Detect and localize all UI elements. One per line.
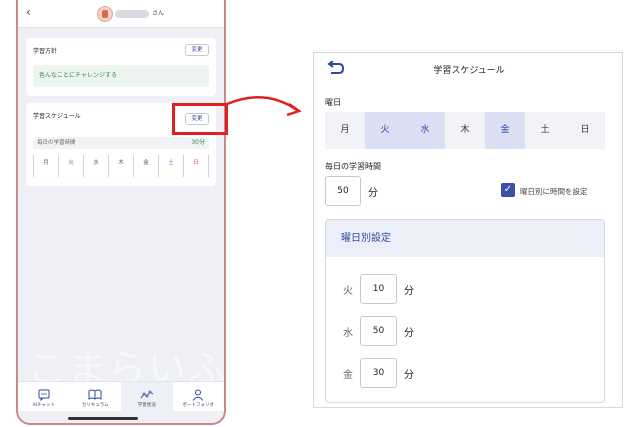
weekday-cell: 日 [183, 155, 209, 177]
day-toggle-fri[interactable]: 金 [485, 112, 525, 149]
day-toggle-mon[interactable]: 月 [325, 112, 365, 149]
day-selector: 月 火 水 木 金 土 日 [325, 112, 605, 149]
per-day-row-day: 水 [343, 328, 353, 339]
per-day-time-input[interactable]: 30 [360, 358, 397, 388]
person-icon [173, 386, 225, 401]
schedule-title: 学習スケジュール [33, 113, 81, 120]
tab-label: カリキュラム [81, 403, 109, 408]
red-arrow-icon [226, 96, 302, 117]
per-day-settings-section: 曜日別設定 火 10 分 水 50 分 金 30 分 [325, 219, 605, 403]
tab-portfolio[interactable]: ポートフォリオ [173, 382, 225, 411]
learning-policy-card: 学習方針 変更 色んなことにチャレンジする [26, 38, 216, 96]
weekday-cell: 土 [158, 155, 183, 177]
daily-time-label: 毎日の学習時間 [325, 162, 381, 171]
tutorial-screenshot: ‹ さん 学習方針 変更 色んなことにチャレンジする 学習スケジュール 変更 毎… [0, 0, 640, 427]
per-day-time-input[interactable]: 10 [360, 274, 397, 304]
weekday-grid: 月 火 水 木 金 土 日 [33, 155, 209, 177]
per-day-row-day: 火 [343, 286, 353, 297]
per-day-time-input[interactable]: 50 [360, 316, 397, 346]
tab-ai-chat[interactable]: AIチャット [18, 382, 70, 411]
day-toggle-sun[interactable]: 日 [565, 112, 605, 149]
learning-policy-title: 学習方針 [33, 48, 58, 55]
policy-text: 色んなことにチャレンジする [33, 65, 209, 87]
policy-change-button[interactable]: 変更 [185, 44, 209, 56]
weekday-cell: 水 [83, 155, 108, 177]
per-day-row-unit: 分 [404, 370, 414, 381]
phone-header: ‹ さん [18, 0, 224, 28]
home-indicator [68, 417, 138, 420]
book-icon [70, 386, 122, 400]
day-toggle-sat[interactable]: 土 [525, 112, 565, 149]
tab-label: ポートフォリオ [182, 403, 215, 408]
per-day-checkbox-label: 曜日別に時間を設定 [520, 187, 588, 196]
weekday-cell: 火 [58, 155, 83, 177]
daily-time-row: 毎日の学習時間 30分 [33, 137, 209, 149]
tab-curriculum[interactable]: カリキュラム [70, 382, 122, 411]
tab-label: AIチャット [32, 403, 55, 408]
day-toggle-wed[interactable]: 水 [405, 112, 445, 149]
tab-progress[interactable]: 学習状況 [121, 382, 173, 411]
progress-chart-icon [121, 386, 173, 400]
phone-screen: ‹ さん 学習方針 変更 色んなことにチャレンジする 学習スケジュール 変更 毎… [16, 0, 226, 425]
schedule-detail-panel: 学習スケジュール 曜日 月 火 水 木 金 土 日 毎日の学習時間 50 分 ✓… [313, 52, 623, 408]
chevron-left-icon[interactable]: ‹ [26, 5, 31, 19]
weekday-cell: 木 [108, 155, 133, 177]
blurred-username [115, 10, 149, 18]
day-toggle-thu[interactable]: 木 [445, 112, 485, 149]
avatar [97, 6, 113, 22]
per-day-section-title: 曜日別設定 [326, 220, 604, 257]
per-day-row-day: 金 [343, 370, 353, 381]
per-day-row-unit: 分 [404, 328, 414, 339]
daily-time-value: 30分 [191, 139, 205, 146]
minute-unit: 分 [368, 188, 378, 199]
per-day-row: 金 30 分 [326, 358, 604, 388]
day-label: 曜日 [325, 98, 341, 107]
highlight-box [172, 103, 228, 135]
bottom-tab-bar: AIチャット カリキュラム 学習状況 ポートフォリオ [18, 381, 224, 411]
per-day-checkbox[interactable]: ✓ [501, 183, 515, 197]
per-day-row: 火 10 分 [326, 274, 604, 304]
page-title: 学習スケジュール [433, 66, 505, 76]
per-day-row-unit: 分 [404, 286, 414, 297]
daily-time-label: 毎日の学習時間 [37, 140, 76, 146]
weekday-cell: 月 [33, 155, 58, 177]
tab-label: 学習状況 [137, 403, 156, 408]
name-suffix: さん [152, 10, 165, 17]
day-toggle-tue[interactable]: 火 [365, 112, 405, 149]
daily-time-input[interactable]: 50 [325, 176, 361, 206]
weekday-cell: 金 [133, 155, 158, 177]
per-day-row: 水 50 分 [326, 316, 604, 346]
chat-icon [18, 386, 70, 402]
